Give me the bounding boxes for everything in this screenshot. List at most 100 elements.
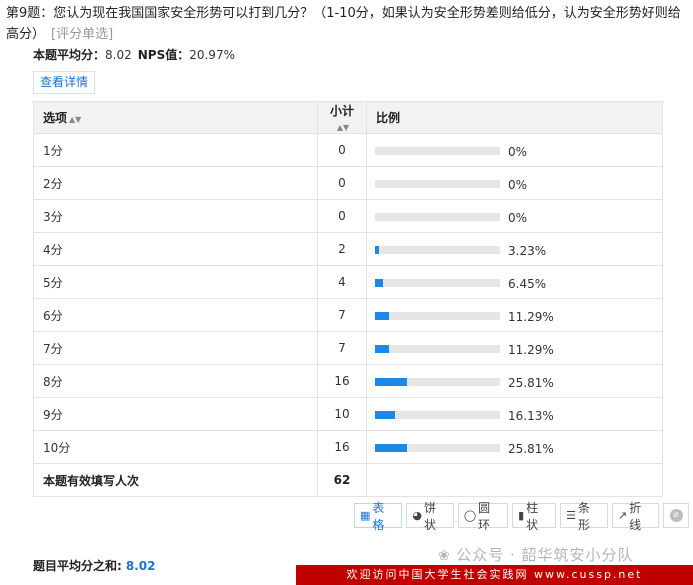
column-view-label: 柱状 <box>526 500 539 532</box>
table-row: 1分 0 0% <box>33 133 663 167</box>
option-cell: 3分 <box>33 199 318 233</box>
view-details-button[interactable]: 查看详情 <box>33 71 95 94</box>
count-cell: 2 <box>317 232 367 266</box>
site-banner: 欢迎访问中国大学生社会实践网 www.cussp.net <box>296 565 693 585</box>
option-cell: 5分 <box>33 265 318 299</box>
ratio-cell: 25.81% <box>366 364 663 398</box>
option-header-label: 选项 <box>43 111 68 125</box>
count-column-header[interactable]: 小计 ▲▼ <box>317 101 367 134</box>
ratio-cell: 0% <box>366 199 663 233</box>
progress-bar-track <box>375 279 500 287</box>
clear-button[interactable]: ⌀ <box>663 503 689 528</box>
ratio-cell: 16.13% <box>366 397 663 431</box>
progress-bar-fill <box>375 312 389 320</box>
progress-bar-track <box>375 246 500 254</box>
table-header-row: 选项 ▲▼ 小计▲▼ 比例 <box>33 101 663 134</box>
progress-bar-track <box>375 180 500 188</box>
chart-type-toolbar: ▦ 表格 ◕ 饼状 ◯ 圆环 ▮ 柱状 ☰ 条形 ↗ 折线 ⌀ <box>354 501 693 532</box>
question-title: 第9题：您认为现在我国国家安全形势可以打到几分？（1-10分，如果认为安全形势差… <box>6 3 686 45</box>
ratio-cell: 25.81% <box>366 430 663 464</box>
total-label: 本题有效填写人次 <box>33 463 318 497</box>
count-cell: 10 <box>317 397 367 431</box>
progress-bar-track <box>375 345 500 353</box>
results-table: 选项 ▲▼ 小计▲▼ 比例 1分 0 0% 2分 0 0% 3分 0 0% 4分 2 3.23% 5分 4 6… <box>33 101 663 497</box>
progress-bar-track <box>375 411 500 419</box>
ratio-cell: 0% <box>366 166 663 200</box>
pie-view-label: 饼状 <box>423 500 436 532</box>
progress-bar-track <box>375 312 500 320</box>
option-cell: 1分 <box>33 133 318 167</box>
ring-view-button[interactable]: ◯ 圆环 <box>457 501 509 532</box>
table-row: 5分 4 6.45% <box>33 265 663 299</box>
table-row: 2分 0 0% <box>33 166 663 200</box>
line-view-button[interactable]: ↗ 折线 <box>611 501 660 532</box>
percent-label: 3.23% <box>508 244 547 258</box>
column-view-button[interactable]: ▮ 柱状 <box>512 501 557 532</box>
table-row: 3分 0 0% <box>33 199 663 233</box>
avg-value: 8.02 <box>105 48 132 62</box>
ring-chart-icon: ◯ <box>463 509 477 522</box>
ring-view-label: 圆环 <box>478 500 491 532</box>
progress-bar-fill <box>375 246 379 254</box>
table-row: 4分 2 3.23% <box>33 232 663 266</box>
nps-label: NPS值： <box>137 48 190 62</box>
table-row: 10分 16 25.81% <box>33 430 663 464</box>
percent-label: 11.29% <box>508 343 554 357</box>
option-cell: 9分 <box>33 397 318 431</box>
progress-bar-track <box>375 147 500 155</box>
bar-view-button[interactable]: ☰ 条形 <box>560 501 608 532</box>
table-row: 8分 16 25.81% <box>33 364 663 398</box>
progress-bar-fill <box>375 411 395 419</box>
percent-label: 0% <box>508 178 528 192</box>
count-cell: 0 <box>317 199 367 233</box>
percent-label: 25.81% <box>508 376 554 390</box>
bar-view-label: 条形 <box>577 500 590 532</box>
total-empty-cell <box>366 463 663 497</box>
pie-chart-icon: ◕ <box>412 509 422 522</box>
clear-icon: ⌀ <box>669 509 683 522</box>
table-icon: ▦ <box>360 509 371 522</box>
count-cell: 7 <box>317 298 367 332</box>
percent-label: 0% <box>508 211 528 225</box>
average-sum-value: 8.02 <box>125 559 156 573</box>
count-cell: 0 <box>317 133 367 167</box>
ratio-cell: 3.23% <box>366 232 663 266</box>
question-type-tag: [评分单选] <box>51 27 114 42</box>
table-view-button[interactable]: ▦ 表格 <box>354 501 403 532</box>
percent-label: 11.29% <box>508 310 554 324</box>
table-row: 6分 7 11.29% <box>33 298 663 332</box>
question-stats: 本题平均分：8.02 NPS值：20.97% <box>33 46 235 63</box>
option-column-header[interactable]: 选项 ▲▼ <box>33 101 318 134</box>
option-cell: 6分 <box>33 298 318 332</box>
percent-label: 0% <box>508 145 528 159</box>
option-cell: 7分 <box>33 331 318 365</box>
column-chart-icon: ▮ <box>518 509 525 522</box>
option-cell: 2分 <box>33 166 318 200</box>
sort-icon[interactable]: ▲▼ <box>337 123 349 132</box>
count-cell: 4 <box>317 265 367 299</box>
ratio-cell: 0% <box>366 133 663 167</box>
pie-view-button[interactable]: ◕ 饼状 <box>406 501 454 532</box>
average-sum: 题目平均分之和: 8.02 <box>33 557 155 574</box>
line-chart-icon: ↗ <box>617 509 628 522</box>
sort-icon[interactable]: ▲▼ <box>69 115 81 124</box>
ratio-cell: 6.45% <box>366 265 663 299</box>
progress-bar-track <box>375 213 500 221</box>
progress-bar-fill <box>375 279 383 287</box>
progress-bar-track <box>375 444 500 452</box>
line-view-label: 折线 <box>629 500 642 532</box>
nps-value: 20.97% <box>189 48 235 62</box>
ratio-column-header: 比例 <box>366 101 663 134</box>
wechat-icon: ❀ <box>438 548 457 564</box>
average-sum-label: 题目平均分之和: <box>33 559 122 573</box>
avg-label: 本题平均分： <box>33 48 106 62</box>
table-row: 7分 7 11.29% <box>33 331 663 365</box>
count-cell: 0 <box>317 166 367 200</box>
option-cell: 8分 <box>33 364 318 398</box>
percent-label: 25.81% <box>508 442 554 456</box>
table-row: 9分 10 16.13% <box>33 397 663 431</box>
ratio-cell: 11.29% <box>366 298 663 332</box>
count-cell: 7 <box>317 331 367 365</box>
watermark-text: 公众号 · 韶华筑安小分队 <box>456 546 634 564</box>
progress-bar-fill <box>375 378 407 386</box>
